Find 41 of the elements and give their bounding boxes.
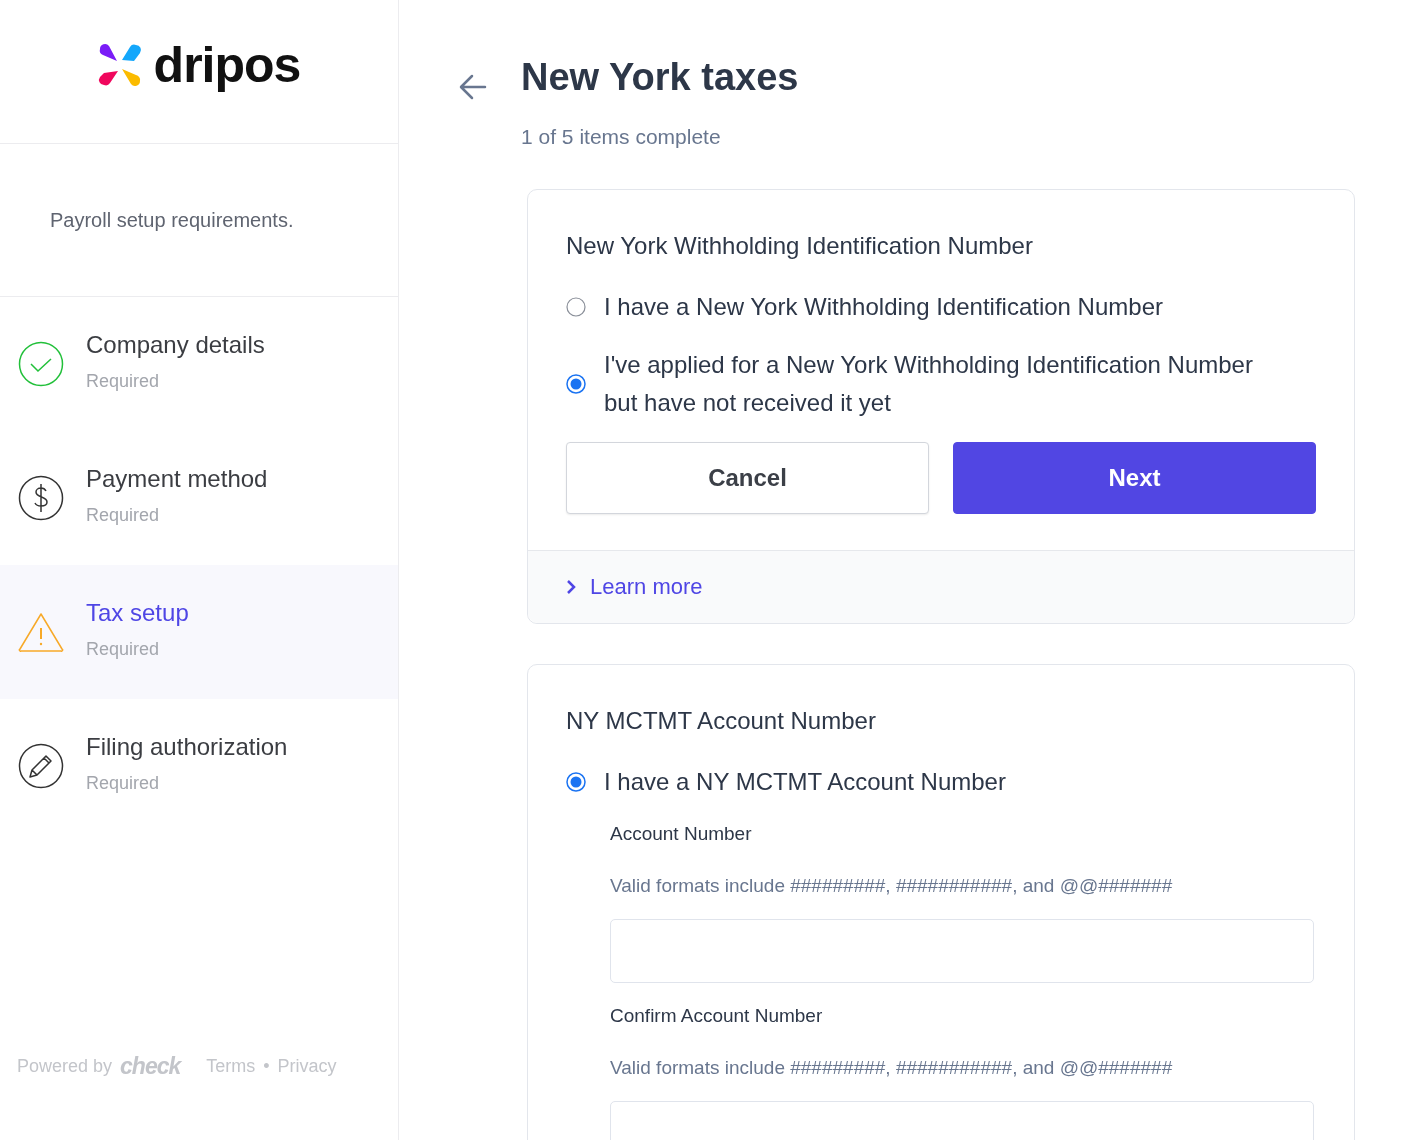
powered-by-text: Powered by [17, 1056, 113, 1077]
field-hint: Valid formats include #########, ###########, and @@####### [610, 1057, 1174, 1079]
option-label: I have a New York Withholding Identification Number [604, 292, 1163, 322]
dollar-icon [18, 475, 64, 521]
radio-button[interactable] [566, 374, 586, 394]
option-label: I have a NY MCTMT Account Number [604, 767, 1006, 797]
sidebar-item[interactable]: Filing authorization Required [0, 699, 398, 833]
field-label: Confirm Account Number [610, 1005, 824, 1027]
sidebar-item-status: Required [86, 504, 161, 526]
back-arrow-icon[interactable] [459, 74, 487, 100]
sidebar-item[interactable]: Tax setup Required [0, 565, 398, 699]
provider-logo: check [120, 1053, 181, 1080]
sidebar-item-status: Required [86, 638, 161, 660]
sidebar-item-status: Required [86, 772, 161, 794]
input-field[interactable] [610, 919, 1314, 983]
check-circle-icon [18, 341, 64, 387]
sidebar-item-label: Payment method [86, 464, 268, 493]
next-button[interactable]: Next [953, 442, 1316, 514]
field-label: Account Number [610, 823, 753, 845]
brand-name: dripos [153, 35, 301, 94]
sidebar-item-label: Tax setup [86, 598, 189, 627]
intro-text: Payroll setup requirements. [50, 208, 294, 232]
sidebar-item-label: Company details [86, 330, 265, 359]
progress-text: 1 of 5 items complete [521, 125, 722, 149]
sidebar-item-status: Required [86, 370, 161, 392]
pencil-icon [18, 743, 64, 789]
option-label: I've applied for a New York Withholding Identification Number but have not received it yet [604, 350, 1254, 418]
sidebar-item[interactable]: Company details Required [0, 297, 398, 431]
sidebar-item[interactable]: Payment method Required [0, 431, 398, 565]
chevron-right-icon [566, 579, 576, 595]
cancel-button[interactable]: Cancel [566, 442, 929, 514]
logo-icon [97, 42, 142, 87]
field-hint: Valid formats include #########, ###########, and @@####### [610, 875, 1174, 897]
radio-button[interactable] [566, 772, 586, 792]
page-title: New York taxes [521, 56, 799, 99]
card-title: New York Withholding Identification Number [566, 232, 1034, 260]
radio-button[interactable] [566, 297, 586, 317]
separator-dot: • [263, 1056, 270, 1077]
learn-more-link[interactable]: Learn more [566, 574, 703, 600]
card-title: NY MCTMT Account Number [566, 707, 877, 735]
sidebar-item-label: Filing authorization [86, 732, 288, 761]
